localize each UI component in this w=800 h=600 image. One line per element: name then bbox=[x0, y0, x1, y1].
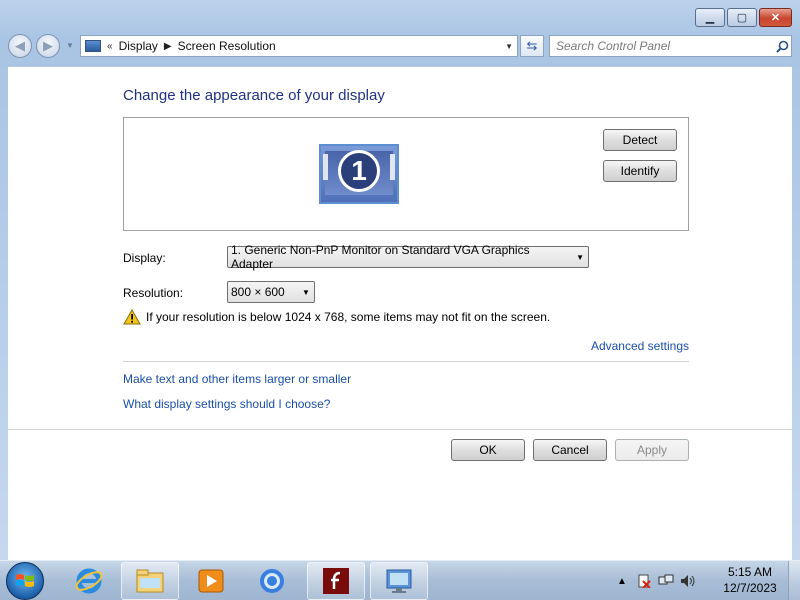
apply-button[interactable]: Apply bbox=[615, 439, 689, 461]
taskbar: ▲ 5:15 AM 12/7/2023 bbox=[0, 560, 800, 600]
monitor-number: 1 bbox=[338, 150, 380, 192]
start-button[interactable] bbox=[6, 562, 44, 600]
clock-date: 12/7/2023 bbox=[723, 581, 777, 595]
caption-buttons: ▁ ▢ ✕ bbox=[695, 8, 792, 27]
display-select[interactable]: 1. Generic Non-PnP Monitor on Standard V… bbox=[227, 243, 589, 271]
windows-logo-icon bbox=[16, 574, 34, 587]
advanced-settings-link[interactable]: Advanced settings bbox=[591, 339, 689, 353]
refresh-icon: ⇆ bbox=[526, 38, 538, 53]
resolution-warning: If your resolution is below 1024 x 768, … bbox=[123, 308, 551, 325]
volume-icon[interactable] bbox=[680, 573, 696, 589]
resolution-label: Resolution: bbox=[123, 286, 184, 300]
address-dropdown-icon[interactable]: ▼ bbox=[505, 42, 513, 51]
control-panel-icon[interactable] bbox=[370, 562, 428, 600]
maximize-button[interactable]: ▢ bbox=[727, 8, 757, 27]
forward-arrow-icon: ▶ bbox=[43, 38, 53, 53]
media-player-icon[interactable] bbox=[182, 562, 240, 600]
breadcrumb-display[interactable]: Display bbox=[119, 39, 158, 53]
back-arrow-icon: ◀ bbox=[15, 38, 25, 53]
search-input[interactable] bbox=[556, 39, 773, 53]
chevron-down-icon: ▼ bbox=[576, 252, 585, 262]
breadcrumb-overflow[interactable]: « bbox=[107, 41, 113, 52]
show-desktop-button[interactable] bbox=[788, 561, 800, 600]
detect-button[interactable]: Detect bbox=[603, 129, 677, 151]
minimize-icon: ▁ bbox=[705, 12, 715, 24]
minimize-button[interactable]: ▁ bbox=[695, 8, 725, 27]
show-hidden-icons-icon[interactable]: ▲ bbox=[614, 573, 630, 589]
footer-divider bbox=[8, 429, 792, 430]
monitor-arrangement-panel: 1 Detect Identify bbox=[123, 117, 689, 231]
ok-button[interactable]: OK bbox=[451, 439, 525, 461]
maximize-icon: ▢ bbox=[736, 12, 748, 24]
flash-icon[interactable] bbox=[307, 562, 365, 600]
action-center-icon[interactable] bbox=[636, 573, 652, 589]
address-bar[interactable]: « Display ▶ Screen Resolution ▼ bbox=[80, 35, 518, 57]
control-panel-window: ▁ ▢ ✕ ◀ ▶ ▼ « Display ▶ Screen Resolutio… bbox=[0, 0, 800, 560]
clock-time: 5:15 AM bbox=[727, 565, 773, 579]
forward-button[interactable]: ▶ bbox=[36, 34, 60, 58]
resolution-select-value: 800 × 600 bbox=[231, 285, 285, 299]
breadcrumb-screen-resolution[interactable]: Screen Resolution bbox=[178, 39, 276, 53]
display-select-value: 1. Generic Non-PnP Monitor on Standard V… bbox=[231, 243, 530, 271]
chevron-right-icon[interactable]: ▶ bbox=[164, 41, 172, 52]
monitor-1-thumbnail[interactable]: 1 bbox=[319, 144, 399, 204]
network-icon[interactable] bbox=[658, 573, 674, 589]
monitor-side-left bbox=[323, 154, 328, 180]
search-box[interactable] bbox=[549, 35, 792, 57]
text-size-link[interactable]: Make text and other items larger or smal… bbox=[123, 372, 351, 386]
content-area: Change the appearance of your display 1 … bbox=[8, 66, 792, 560]
identify-button[interactable]: Identify bbox=[603, 160, 677, 182]
recent-pages-dropdown[interactable]: ▼ bbox=[66, 41, 74, 50]
divider bbox=[123, 361, 689, 362]
chevron-down-icon: ▼ bbox=[302, 287, 310, 297]
page-title: Change the appearance of your display bbox=[123, 87, 385, 104]
clock[interactable]: 5:15 AM 12/7/2023 bbox=[716, 564, 784, 596]
back-button[interactable]: ◀ bbox=[8, 34, 32, 58]
windows-explorer-icon[interactable] bbox=[121, 562, 179, 600]
close-icon: ✕ bbox=[770, 12, 781, 24]
display-settings-help-link[interactable]: What display settings should I choose? bbox=[123, 397, 330, 411]
monitor-side-right bbox=[390, 154, 395, 180]
internet-explorer-icon[interactable] bbox=[60, 562, 118, 600]
resolution-select[interactable]: 800 × 600 ▼ bbox=[227, 281, 315, 303]
system-tray: ▲ bbox=[614, 561, 696, 600]
refresh-button[interactable]: ⇆ bbox=[520, 35, 544, 57]
warning-icon bbox=[123, 308, 141, 325]
search-icon[interactable] bbox=[773, 40, 791, 53]
cancel-button[interactable]: Cancel bbox=[533, 439, 607, 461]
warning-text: If your resolution is below 1024 x 768, … bbox=[146, 310, 551, 324]
display-label: Display: bbox=[123, 251, 166, 265]
control-panel-icon bbox=[85, 40, 101, 52]
chrome-icon[interactable] bbox=[243, 562, 301, 600]
close-button[interactable]: ✕ bbox=[759, 8, 792, 27]
navigation-row: ◀ ▶ ▼ « Display ▶ Screen Resolution ▼ ⇆ bbox=[8, 33, 792, 59]
